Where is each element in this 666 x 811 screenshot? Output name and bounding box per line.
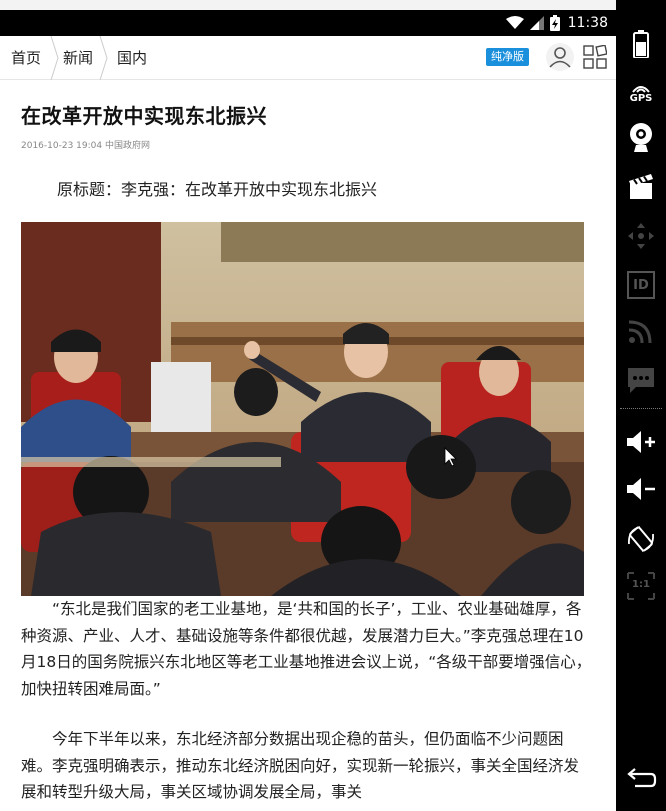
breadcrumb-separator-icon	[99, 36, 108, 80]
volume-down-button[interactable]	[623, 471, 659, 507]
breadcrumb-separator-icon	[50, 36, 59, 80]
article-title: 在改革开放中实现东北振兴	[21, 104, 267, 128]
scale-icon: 1:1	[626, 571, 656, 601]
breadcrumb-news[interactable]: 新闻	[63, 36, 93, 80]
chat-bubble-icon	[628, 368, 654, 393]
window-title-strip	[0, 0, 616, 10]
sidebar-divider	[620, 408, 662, 409]
user-icon	[546, 43, 574, 71]
pure-version-button[interactable]: 纯净版	[486, 48, 529, 66]
device-id-label: ID	[633, 277, 649, 293]
volume-up-button[interactable]	[623, 424, 659, 460]
device-id-button[interactable]: ID	[623, 267, 659, 303]
volume-down-icon	[627, 478, 655, 500]
battery-button[interactable]	[623, 26, 659, 62]
nfc-button[interactable]	[623, 313, 659, 349]
article-photo	[21, 222, 584, 596]
emulator-sidebar: GPS ID 1:1	[616, 0, 666, 811]
clapperboard-icon	[629, 174, 653, 199]
dpad-icon	[628, 223, 654, 249]
scale-label: 1:1	[632, 579, 650, 590]
grid-icon	[583, 44, 608, 69]
gps-button[interactable]: GPS	[623, 74, 659, 110]
camera-button[interactable]	[623, 120, 659, 156]
media-button[interactable]	[623, 168, 659, 204]
dpad-button[interactable]	[623, 218, 659, 254]
phone-screen: 11:38 首页 新闻 国内 纯净版 在改革开放中实现东北振兴 2016-10-…	[0, 0, 616, 811]
rss-signal-icon	[628, 320, 652, 344]
webcam-icon	[630, 123, 652, 152]
cell-signal-icon	[529, 16, 544, 30]
gps-label: GPS	[629, 92, 653, 104]
user-account-button[interactable]	[545, 42, 575, 72]
battery-charging-icon	[549, 15, 560, 31]
original-title: 原标题：李克强：在改革开放中实现东北振兴	[57, 180, 378, 199]
sms-button[interactable]	[623, 362, 659, 398]
scale-button[interactable]: 1:1	[623, 568, 659, 604]
status-time: 11:38	[567, 15, 608, 31]
status-bar: 11:38	[0, 10, 616, 36]
article-source: 中国政府网	[104, 141, 150, 151]
wifi-icon	[505, 16, 524, 29]
device-id-icon: ID	[627, 271, 655, 299]
back-arrow-icon	[627, 768, 657, 788]
rotate-button[interactable]	[623, 521, 659, 557]
nav-bar: 首页 新闻 国内 纯净版	[0, 36, 616, 80]
meeting-photo-illustration	[21, 222, 584, 596]
breadcrumb-domestic[interactable]: 国内	[117, 36, 147, 80]
article-paragraph: “东北是我们国家的老工业基地，是‘共和国的长子’，工业、农业基础雄厚，各种资源、…	[21, 600, 592, 698]
article-date: 2016-10-23 19:04	[21, 141, 103, 151]
menu-grid-button[interactable]	[583, 44, 608, 69]
breadcrumb-home[interactable]: 首页	[11, 36, 41, 80]
article-meta: 2016-10-23 19:04 中国政府网	[21, 138, 150, 151]
back-button[interactable]	[623, 760, 659, 796]
article-paragraph: 今年下半年以来，东北经济部分数据出现企稳的苗头，但仍面临不少问题困难。李克强明确…	[21, 730, 580, 801]
volume-up-icon	[627, 431, 655, 453]
rotate-screen-icon	[628, 526, 654, 552]
gps-signal-icon	[632, 85, 650, 93]
battery-icon	[633, 30, 649, 58]
